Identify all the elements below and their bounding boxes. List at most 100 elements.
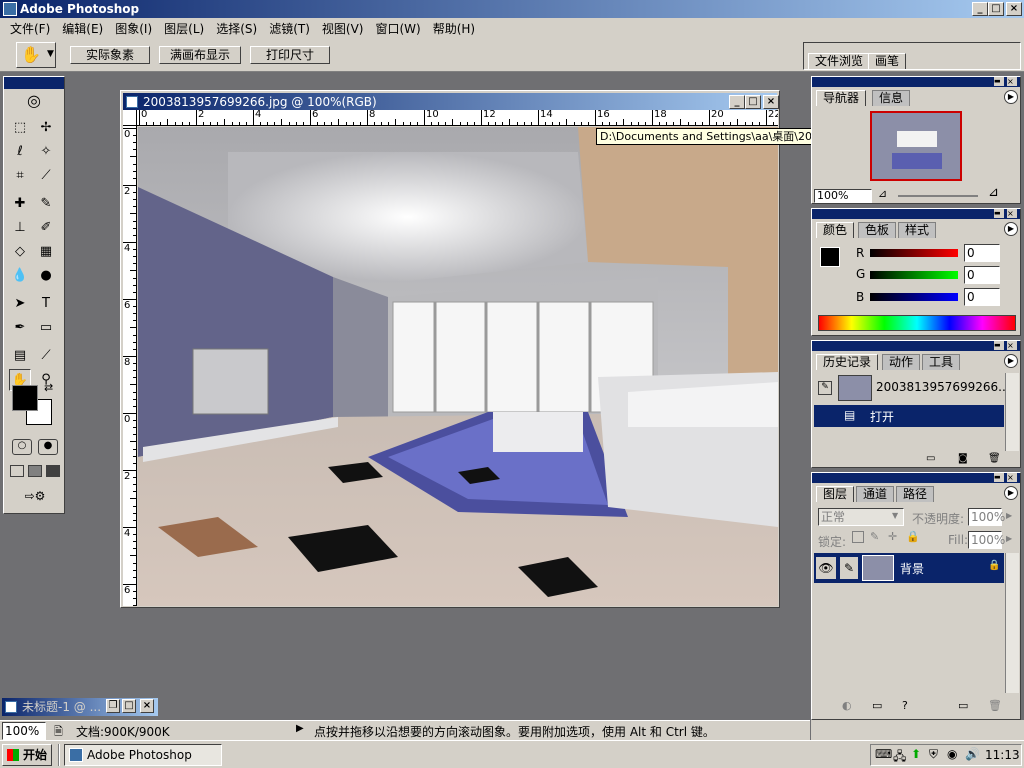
color-fg-swatch[interactable] xyxy=(820,247,840,267)
r-slider[interactable] xyxy=(870,249,958,257)
dodge-tool-icon[interactable]: ● xyxy=(35,265,57,287)
lock-all-icon[interactable]: 🔒 xyxy=(906,530,920,543)
swap-colors-icon[interactable]: ⇄ xyxy=(44,381,53,394)
start-button[interactable]: 开始 xyxy=(2,744,52,766)
healing-tool-icon[interactable]: ✚ xyxy=(9,193,31,215)
foreground-color-swatch-top[interactable] xyxy=(12,385,38,411)
tray-icon-5[interactable]: ◉ xyxy=(947,747,957,761)
jump-to-imageready-icon[interactable]: ⇨⚙ xyxy=(12,489,58,505)
lock-brush-icon[interactable]: ✎ xyxy=(870,530,879,543)
fit-screen-button[interactable]: 满画布显示 xyxy=(159,46,241,64)
history-brush-tool-icon[interactable]: ✐ xyxy=(35,217,57,239)
zoom-in-icon[interactable]: ⊿ xyxy=(988,185,999,200)
opacity-arrow-icon[interactable]: ▶ xyxy=(1006,511,1012,520)
trash-icon[interactable]: 🗑 xyxy=(988,453,1001,464)
ruler-origin[interactable] xyxy=(123,110,137,126)
panel-close-icon[interactable]: × xyxy=(1007,209,1017,218)
panel-title[interactable] xyxy=(812,341,1020,351)
maximize-button[interactable]: □ xyxy=(122,699,136,713)
chevron-down-icon[interactable]: ▼ xyxy=(892,511,898,520)
menu-item-1[interactable]: 编辑(E) xyxy=(56,20,109,37)
menu-item-0[interactable]: 文件(F) xyxy=(4,20,56,37)
menu-item-8[interactable]: 帮助(H) xyxy=(427,20,481,37)
screen-mode-full-icon[interactable] xyxy=(46,465,60,477)
panel-menu-icon[interactable]: ▶ xyxy=(1004,90,1018,104)
tool-preset-picker[interactable]: ✋ ▼ xyxy=(16,42,56,68)
menu-item-3[interactable]: 图层(L) xyxy=(158,20,210,37)
close-button[interactable]: × xyxy=(1006,2,1022,16)
pen-tool-icon[interactable]: ✒ xyxy=(9,317,31,339)
panel-minimize-icon[interactable]: ▬ xyxy=(994,341,1004,350)
layer-row[interactable]: 👁 ✎ 背景 🔒 xyxy=(814,553,1004,583)
eyedropper-tool-icon[interactable]: ⟋ xyxy=(35,345,57,367)
stamp-tool-icon[interactable]: ⊥ xyxy=(9,217,31,239)
quick-mask-icon[interactable]: ● xyxy=(38,439,58,455)
doc-minimize-button[interactable]: _ xyxy=(729,95,745,109)
panel-close-icon[interactable]: × xyxy=(1007,341,1017,350)
tab-swatches[interactable]: 色板 xyxy=(858,222,897,238)
tray-icon-2[interactable]: 🖧 xyxy=(893,747,906,768)
g-slider[interactable] xyxy=(870,271,958,279)
path-select-tool-icon[interactable]: ➤ xyxy=(9,293,31,315)
doc-maximize-button[interactable]: □ xyxy=(745,95,761,109)
panel-close-icon[interactable]: × xyxy=(1007,473,1017,482)
menu-item-6[interactable]: 视图(V) xyxy=(316,20,370,37)
tab-channels[interactable]: 通道 xyxy=(856,486,895,502)
slice-tool-icon[interactable]: ⟋ xyxy=(35,165,57,187)
standard-mode-icon[interactable]: ○ xyxy=(12,439,32,455)
panel-close-icon[interactable]: × xyxy=(1007,77,1017,86)
tray-icon-6[interactable]: 🔊 xyxy=(965,747,980,761)
snapshot-source-icon[interactable]: ✎ xyxy=(818,381,832,395)
status-arrow-icon[interactable]: ▶ xyxy=(296,723,304,734)
new-layer-icon[interactable]: ▭ xyxy=(958,699,968,712)
menu-item-7[interactable]: 窗口(W) xyxy=(369,20,426,37)
minimized-document[interactable]: 未标题-1 @ ... ❐ □ × xyxy=(2,698,158,716)
brush-icon[interactable]: ✎ xyxy=(840,557,858,579)
g-value-field[interactable]: 0 xyxy=(964,266,1000,284)
history-snapshot-row[interactable]: ✎ 2003813957699266... xyxy=(814,373,1010,403)
layer-style-icon[interactable]: ◐ xyxy=(842,699,852,712)
tray-icon-4[interactable]: ⛨ xyxy=(929,747,938,762)
menu-item-5[interactable]: 滤镜(T) xyxy=(263,20,316,37)
menu-item-4[interactable]: 选择(S) xyxy=(210,20,263,37)
history-step-row[interactable]: ▤ 打开 xyxy=(814,405,1004,427)
layer-mask-icon[interactable]: ▭ xyxy=(872,699,882,712)
panel-minimize-icon[interactable]: ▬ xyxy=(994,77,1004,86)
tab-history[interactable]: 历史记录 xyxy=(816,354,879,370)
doc-close-button[interactable]: × xyxy=(763,95,779,109)
status-zoom-field[interactable]: 100% xyxy=(2,722,46,740)
lock-move-icon[interactable]: ✛ xyxy=(888,530,897,543)
tab-paths[interactable]: 路径 xyxy=(896,486,935,502)
marquee-tool-icon[interactable]: ⬚ xyxy=(9,117,31,139)
print-size-button[interactable]: 打印尺寸 xyxy=(250,46,330,64)
brush-tool-icon[interactable]: ✎ xyxy=(35,193,57,215)
panel-title[interactable] xyxy=(812,209,1020,219)
blur-tool-icon[interactable]: 💧 xyxy=(9,265,31,287)
navigator-thumbnail[interactable] xyxy=(870,111,962,181)
screen-mode-standard-icon[interactable] xyxy=(10,465,24,477)
opacity-field[interactable]: 100% xyxy=(968,508,1005,526)
color-ramp[interactable] xyxy=(818,315,1016,331)
help-icon[interactable]: ? xyxy=(902,699,908,712)
gradient-tool-icon[interactable]: ▦ xyxy=(35,241,57,263)
new-document-icon[interactable]: ▭ xyxy=(926,453,935,464)
shape-tool-icon[interactable]: ▭ xyxy=(35,317,57,339)
eraser-tool-icon[interactable]: ◇ xyxy=(9,241,31,263)
crop-tool-icon[interactable]: ⌗ xyxy=(9,165,31,187)
panel-title[interactable] xyxy=(812,77,1020,87)
adobe-online-icon[interactable]: ◎ xyxy=(8,91,60,113)
panel-menu-icon[interactable]: ▶ xyxy=(1004,354,1018,368)
tab-file-browser[interactable]: 文件浏览 xyxy=(808,53,871,69)
panel-minimize-icon[interactable]: ▬ xyxy=(994,209,1004,218)
tab-brushes[interactable]: 画笔 xyxy=(868,53,907,69)
maximize-button[interactable]: □ xyxy=(988,2,1004,16)
delete-layer-icon[interactable]: 🗑 xyxy=(988,699,1002,712)
panel-menu-icon[interactable]: ▶ xyxy=(1004,486,1018,500)
magic-wand-tool-icon[interactable]: ✧ xyxy=(35,141,57,163)
screen-mode-full-menu-icon[interactable] xyxy=(28,465,42,477)
eye-icon[interactable]: 👁 xyxy=(816,557,836,579)
tab-actions[interactable]: 动作 xyxy=(882,354,921,370)
panel-menu-icon[interactable]: ▶ xyxy=(1004,222,1018,236)
r-value-field[interactable]: 0 xyxy=(964,244,1000,262)
minimize-button[interactable]: _ xyxy=(972,2,988,16)
